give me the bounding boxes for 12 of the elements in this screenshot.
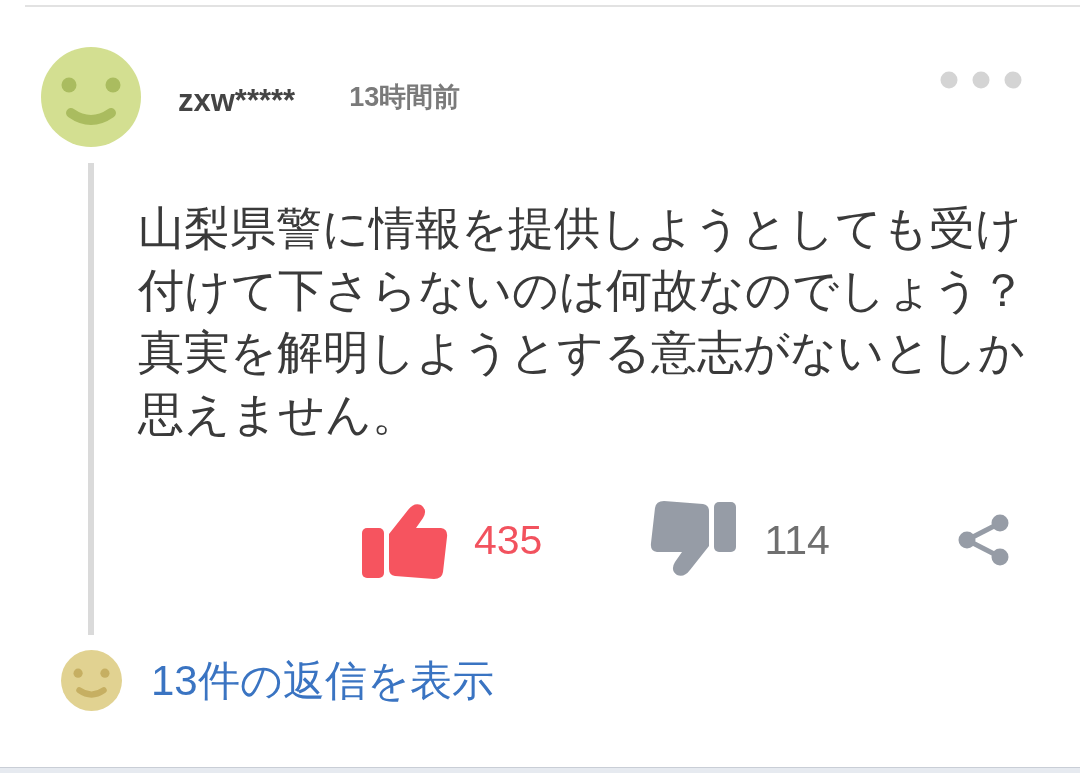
smiley-avatar-icon <box>61 650 122 711</box>
dislike-button[interactable]: 114 <box>650 500 830 580</box>
ellipsis-icon <box>940 71 1022 89</box>
comment-text: 山梨県警に情報を提供しようとしても受け付けて下さらないのは何故なのでしょう？真実を解明しようとする意志がないとしか思えません。 <box>138 201 1027 442</box>
timestamp: 13時間前 <box>349 83 461 111</box>
like-button[interactable]: 435 <box>362 500 543 580</box>
share-icon <box>958 514 1010 566</box>
more-options-button[interactable] <box>940 71 1022 89</box>
username: zxw***** <box>178 84 296 116</box>
share-button[interactable] <box>958 514 1010 566</box>
show-replies-link[interactable]: 13件の返信を表示 <box>151 659 494 702</box>
smiley-avatar-icon <box>41 47 141 147</box>
